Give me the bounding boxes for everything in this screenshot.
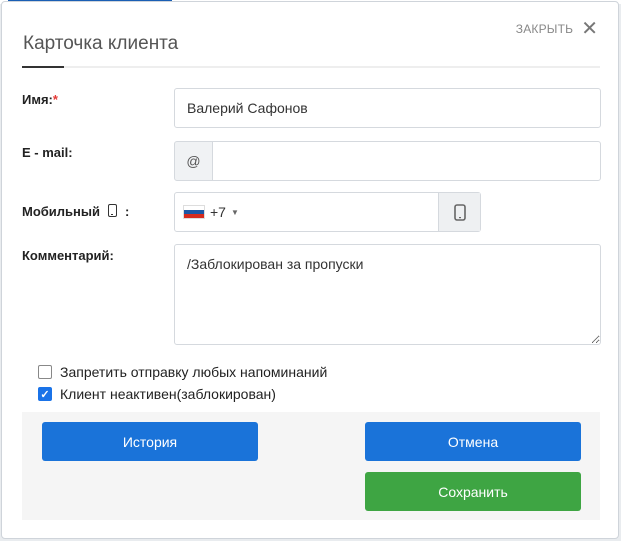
country-code-select[interactable]: +7 ▼ (176, 194, 244, 230)
email-label: E - mail: (22, 145, 73, 160)
client-card-modal: ЗАКРЫТЬ ✕ Карточка клиента Имя:* E - mai… (1, 1, 619, 539)
checkbox-label: Клиент неактивен(заблокирован) (60, 386, 276, 402)
required-mark: * (52, 92, 58, 107)
close-button[interactable]: ЗАКРЫТЬ ✕ (515, 18, 598, 40)
disable-reminders-checkbox[interactable]: Запретить отправку любых напоминаний (38, 364, 327, 380)
mobile-phone-button[interactable] (438, 193, 480, 231)
mobile-label: Мобильный: (22, 204, 130, 219)
checkbox-checked[interactable]: ✓ (38, 387, 52, 401)
modal-title: Карточка клиента (23, 33, 179, 54)
mobile-phone-icon (453, 203, 466, 221)
cancel-button[interactable]: Отмена (365, 422, 581, 461)
phone-input-group: +7 ▼ (174, 192, 481, 232)
name-label: Имя:* (22, 92, 58, 107)
mobile-input[interactable] (245, 193, 439, 231)
email-input[interactable] (212, 141, 601, 181)
title-underline (22, 66, 64, 68)
russia-flag-icon (183, 205, 205, 219)
mobile-phone-icon (108, 204, 117, 217)
history-button[interactable]: История (42, 422, 258, 461)
title-divider (22, 66, 600, 68)
name-input[interactable] (174, 88, 601, 128)
save-button[interactable]: Сохранить (365, 472, 581, 511)
client-inactive-checkbox[interactable]: ✓ Клиент неактивен(заблокирован) (38, 386, 276, 402)
close-icon: ✕ (581, 18, 598, 40)
caret-down-icon: ▼ (230, 207, 239, 217)
comment-label: Комментарий: (22, 248, 114, 263)
modal-footer: История Отмена Сохранить (22, 412, 600, 520)
at-sign-addon: @ (174, 141, 213, 181)
country-code: +7 (210, 204, 226, 220)
checkbox-label: Запретить отправку любых напоминаний (60, 364, 328, 380)
comment-textarea[interactable]: /Заблокирован за пропуски (174, 244, 601, 345)
checkbox-unchecked[interactable] (38, 365, 52, 379)
close-label: ЗАКРЫТЬ (515, 22, 574, 36)
